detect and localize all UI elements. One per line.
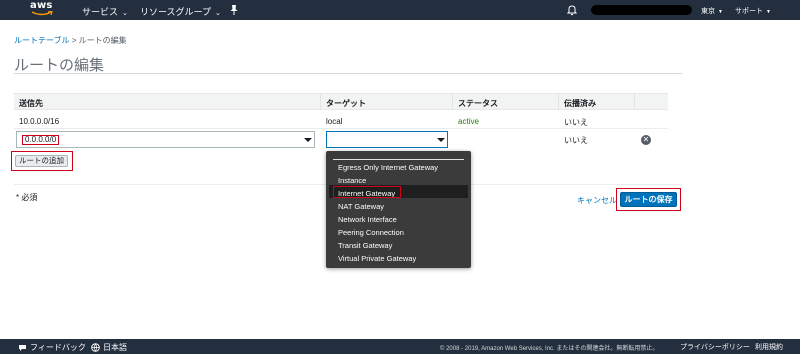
caret-down-icon [437, 138, 445, 142]
language-label: 日本語 [103, 343, 127, 352]
remove-route-icon[interactable]: ✕ [641, 135, 651, 145]
row-propagated: いいえ [564, 118, 588, 127]
feedback-link[interactable]: フィードバック [18, 342, 86, 353]
target-select[interactable] [326, 131, 448, 148]
feedback-label: フィードバック [30, 343, 86, 352]
dropdown-option-virtual-private-gateway[interactable]: Virtual Private Gateway [338, 254, 416, 263]
top-nav: aws サービス ⌄ リソースグループ ⌄ 東京 ▼ サポート ▼ [0, 0, 800, 20]
target-dropdown-menu: Egress Only Internet Gateway Instance In… [326, 151, 471, 268]
breadcrumb-current: ルートの編集 [78, 36, 127, 45]
breadcrumb: ルートテーブル > ルートの編集 [14, 35, 127, 46]
copyright-text: © 2008 - 2019, Amazon Web Services, Inc.… [440, 346, 659, 352]
caret-down-icon: ▼ [766, 9, 771, 15]
breadcrumb-separator: > [71, 36, 77, 45]
cancel-button[interactable]: キャンセル [577, 195, 617, 206]
add-route-highlight: ルートの追加 [11, 151, 73, 171]
support-label: サポート [735, 8, 763, 15]
destination-value: 0.0.0.0/0 [22, 135, 60, 145]
required-note: * 必須 [16, 193, 38, 202]
header-propagated: 伝播済み [564, 99, 596, 108]
row-target: local [326, 117, 343, 126]
dropdown-option-transit-gateway[interactable]: Transit Gateway [338, 241, 392, 250]
row-divider [14, 128, 668, 129]
services-menu[interactable]: サービス ⌄ [82, 5, 128, 18]
page-title: ルートの編集 [14, 57, 105, 74]
pin-icon[interactable] [229, 3, 239, 17]
caret-down-icon: ▼ [718, 9, 723, 15]
column-divider [634, 94, 635, 110]
privacy-policy-link[interactable]: プライバシーポリシー [680, 342, 750, 352]
dropdown-option-instance[interactable]: Instance [338, 176, 366, 185]
title-divider [14, 73, 682, 74]
dropdown-option-nat-gateway[interactable]: NAT Gateway [338, 202, 384, 211]
services-label: サービス [82, 7, 119, 17]
column-divider [452, 94, 453, 110]
add-route-button[interactable]: ルートの追加 [15, 155, 68, 167]
row-destination: 10.0.0.0/16 [19, 117, 60, 126]
resource-groups-label: リソースグループ [140, 7, 212, 17]
aws-logo[interactable]: aws [30, 1, 56, 18]
row-status: active [458, 117, 479, 126]
language-selector[interactable]: 日本語 [91, 342, 127, 353]
footer: フィードバック 日本語 © 2008 - 2019, Amazon Web Se… [0, 339, 800, 354]
aws-logo-text: aws [30, 0, 53, 11]
caret-down-icon [304, 138, 312, 142]
globe-icon [91, 343, 100, 353]
new-row-propagated: いいえ [564, 136, 588, 145]
account-menu[interactable] [591, 5, 692, 15]
chevron-down-icon: ⌄ [215, 10, 221, 17]
breadcrumb-route-tables[interactable]: ルートテーブル [14, 36, 70, 45]
column-divider [558, 94, 559, 110]
routes-table-header: 送信先 ターゲット ステータス 伝播済み [14, 93, 668, 110]
column-divider [320, 94, 321, 110]
region-label: 東京 [701, 8, 715, 15]
feedback-icon [19, 344, 26, 351]
header-destination: 送信先 [19, 99, 43, 108]
chevron-down-icon: ⌄ [122, 10, 128, 17]
terms-link[interactable]: 利用規約 [755, 342, 783, 352]
dropdown-option-egress-only-internet-gateway[interactable]: Egress Only Internet Gateway [338, 163, 438, 172]
dropdown-divider [333, 159, 464, 160]
bell-icon[interactable] [566, 4, 578, 16]
aws-smile-icon [31, 11, 53, 16]
dropdown-option-peering-connection[interactable]: Peering Connection [338, 228, 404, 237]
destination-input[interactable]: 0.0.0.0/0 [16, 131, 315, 148]
save-routes-button[interactable]: ルートの保存 [620, 192, 677, 207]
dropdown-option-network-interface[interactable]: Network Interface [338, 215, 397, 224]
resource-groups-menu[interactable]: リソースグループ ⌄ [140, 5, 221, 18]
internet-gateway-highlight [333, 186, 401, 198]
support-menu[interactable]: サポート ▼ [735, 6, 771, 16]
region-menu[interactable]: 東京 ▼ [701, 6, 723, 16]
header-target: ターゲット [326, 99, 366, 108]
header-status: ステータス [458, 99, 498, 108]
